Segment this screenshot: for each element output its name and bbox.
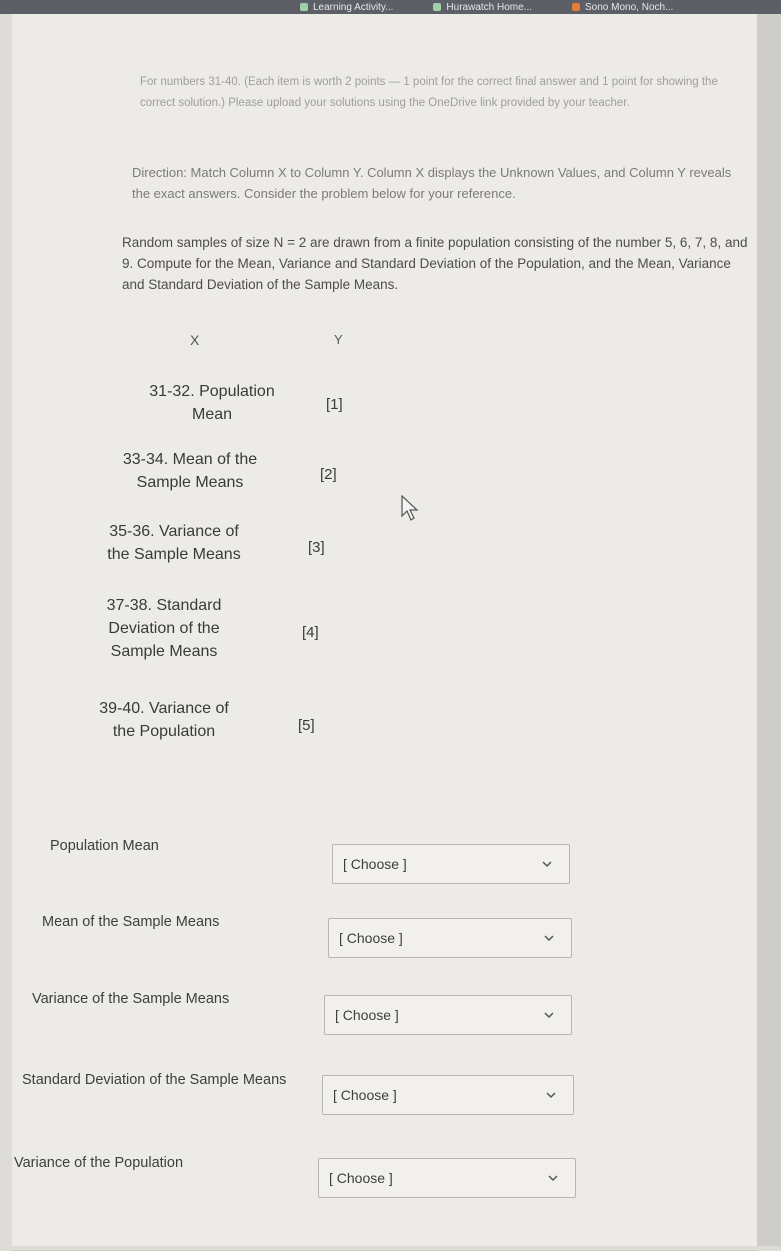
browser-tab-bar: Learning Activity... Hurawatch Home... S… (0, 0, 781, 14)
column-y-item: [1] (326, 396, 343, 413)
column-y-item: [5] (298, 717, 315, 734)
mouse-pointer-icon (401, 494, 419, 521)
chevron-down-icon (544, 1012, 554, 1019)
browser-tab[interactable]: Learning Activity... (300, 2, 393, 13)
points-instructions: For numbers 31-40. (Each item is worth 2… (140, 76, 718, 109)
column-x-item: 33-34. Mean of the Sample Means (122, 451, 258, 491)
page-margin (757, 14, 781, 1246)
quiz-page: For numbers 31-40. (Each item is worth 2… (12, 14, 757, 1251)
tab-favicon-icon (433, 3, 442, 11)
column-x-header: X (190, 332, 200, 348)
matching-direction: Direction: Match Column X to Column Y. C… (132, 165, 732, 201)
chevron-down-icon (546, 1092, 556, 1099)
column-y-item: [4] (302, 624, 319, 641)
column-y-item: [2] (320, 466, 337, 483)
question-label: Mean of the Sample Means (42, 914, 220, 930)
question-label: Population Mean (50, 838, 159, 854)
tab-favicon-icon (572, 3, 581, 11)
column-y-header: Y (334, 332, 343, 347)
population-mean-select[interactable]: [ Choose ] (332, 844, 570, 884)
chevron-down-icon (542, 861, 552, 868)
column-y-item: [3] (308, 539, 325, 556)
question-label: Variance of the Sample Means (32, 991, 230, 1007)
std-dev-of-sample-means-select[interactable]: [ Choose ] (322, 1075, 574, 1115)
column-x-item: 37-38. Standard Deviation of the Sample … (106, 597, 222, 660)
question-label: Variance of the Population (14, 1155, 184, 1171)
column-x-item: 31-32. Population Mean (149, 383, 275, 423)
chevron-down-icon (544, 935, 554, 942)
tab-favicon-icon (300, 3, 308, 11)
variance-of-population-select[interactable]: [ Choose ] (318, 1158, 576, 1198)
question-label: Standard Deviation of the Sample Means (22, 1072, 287, 1088)
problem-statement: Random samples of size N = 2 are drawn f… (122, 235, 748, 292)
chevron-down-icon (548, 1175, 558, 1182)
column-x-item: 39-40. Variance of the Population (99, 700, 229, 740)
browser-tab[interactable]: Sono Mono, Noch... (572, 2, 673, 13)
variance-of-sample-means-select[interactable]: [ Choose ] (324, 995, 572, 1035)
mean-of-sample-means-select[interactable]: [ Choose ] (328, 918, 572, 958)
browser-tab[interactable]: Hurawatch Home... (433, 2, 532, 13)
column-x-item: 35-36. Variance of the Sample Means (107, 523, 241, 563)
